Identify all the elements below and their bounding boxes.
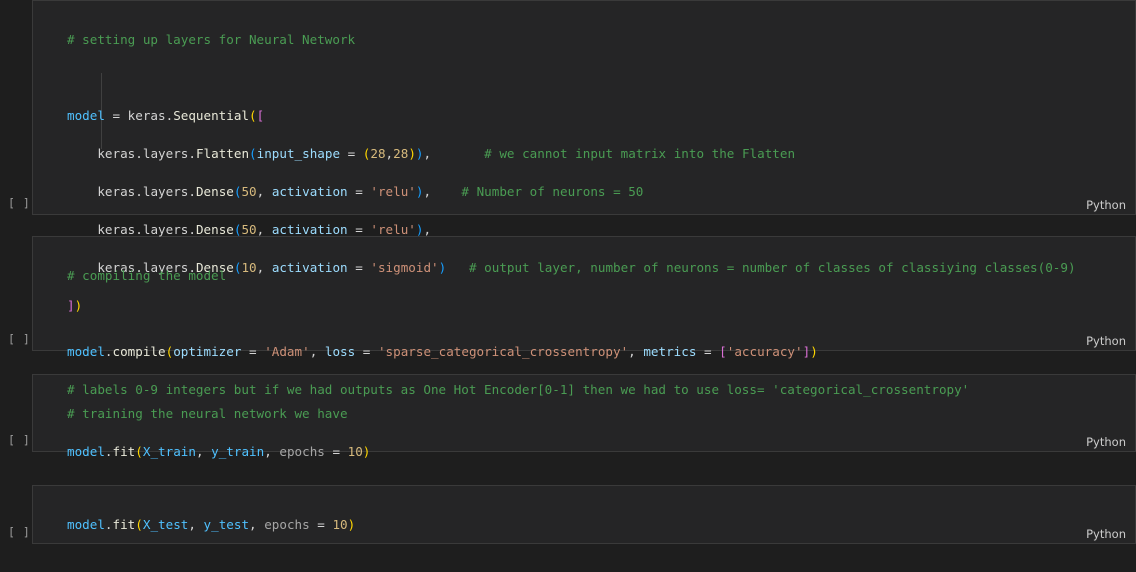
run-cell-button[interactable]: [ ]: [8, 197, 30, 209]
code-line: # setting up layers for Neural Network: [67, 32, 356, 47]
cell-language-label[interactable]: Python: [1086, 527, 1126, 541]
run-cell-button[interactable]: [ ]: [8, 526, 30, 538]
notebook-cell: [ ] # setting up layers for Neural Netwo…: [0, 0, 1136, 313]
code-editor-cell-3[interactable]: # training the neural network we have mo…: [32, 374, 1136, 459]
run-cell-button[interactable]: [ ]: [8, 434, 30, 446]
cell-language-label[interactable]: Python: [1086, 198, 1126, 212]
code-line: model.fit(X_test, y_test, epochs = 10): [67, 517, 356, 532]
code-line: model = keras.Sequential([: [67, 108, 265, 123]
cell-gutter: [ ]: [0, 236, 32, 351]
code-content[interactable]: # training the neural network we have mo…: [33, 375, 1135, 499]
code-line: # training the neural network we have: [67, 406, 348, 421]
code-line: model.compile(optimizer = 'Adam', loss =…: [67, 344, 818, 359]
cell-gutter: [ ]: [0, 485, 32, 544]
cell-gutter: [ ]: [0, 374, 32, 452]
code-editor-cell-2[interactable]: # compiling the model model.compile(opti…: [32, 236, 1136, 397]
cell-gutter: [ ]: [0, 0, 32, 215]
code-content[interactable]: model.fit(X_test, y_test, epochs = 10): [33, 486, 1135, 572]
code-line: model.fit(X_train, y_train, epochs = 10): [67, 444, 371, 459]
notebook-editor: [ ] # setting up layers for Neural Netwo…: [0, 0, 1136, 546]
notebook-cell: [ ] model.fit(X_test, y_test, epochs = 1…: [0, 485, 1136, 544]
code-editor-cell-4[interactable]: model.fit(X_test, y_test, epochs = 10) P…: [32, 485, 1136, 544]
cell-language-label[interactable]: Python: [1086, 435, 1126, 449]
cell-language-label[interactable]: Python: [1086, 334, 1126, 348]
notebook-cell: [ ] # training the neural network we hav…: [0, 374, 1136, 459]
code-editor-cell-1[interactable]: # setting up layers for Neural Network m…: [32, 0, 1136, 313]
code-line: # compiling the model: [67, 268, 227, 283]
run-cell-button[interactable]: [ ]: [8, 333, 30, 345]
code-line: keras.layers.Dense(50, activation = 'rel…: [97, 184, 644, 199]
code-line: keras.layers.Flatten(input_shape = (28,2…: [97, 146, 796, 161]
notebook-cell: [ ] # compiling the model model.compile(…: [0, 236, 1136, 397]
